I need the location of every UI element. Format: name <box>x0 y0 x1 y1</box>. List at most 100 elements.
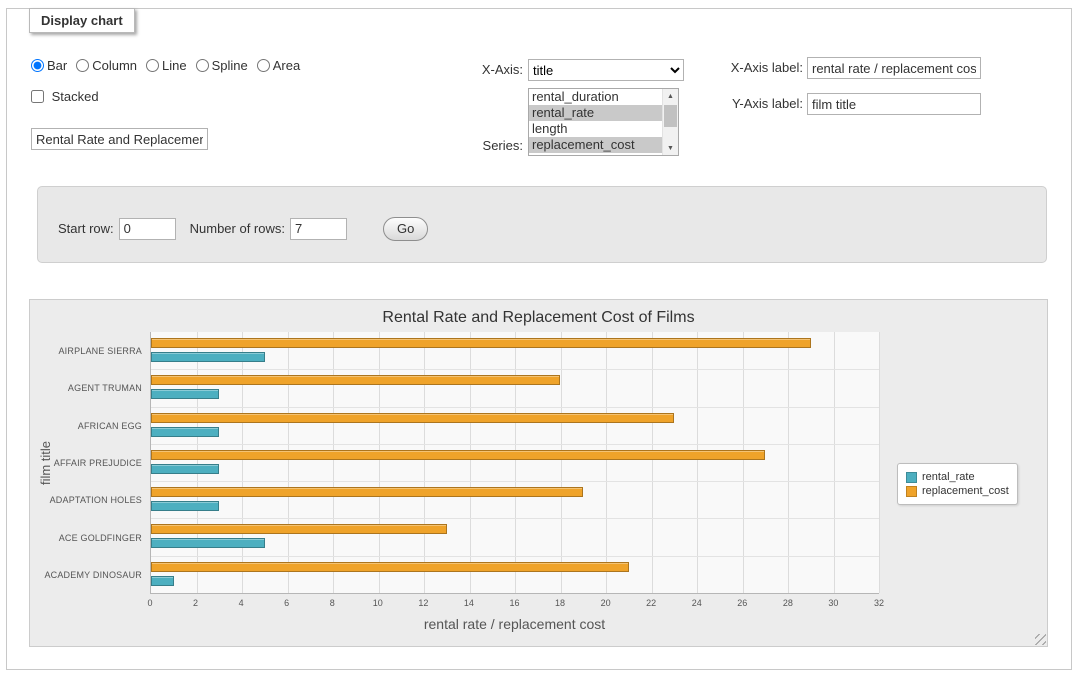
x-axis-tick-label: 6 <box>284 598 289 608</box>
chart-type-label: Area <box>273 58 300 73</box>
y-axis-category-label: ACADEMY DINOSAUR <box>30 557 142 594</box>
y-axis-label-field-label: Y-Axis label: <box>701 93 803 115</box>
row-controls-panel: Start row: Number of rows: Go <box>37 186 1047 263</box>
y-axis-category-label: AFFAIR PREJUDICE <box>30 444 142 481</box>
x-axis-tick-label: 8 <box>330 598 335 608</box>
scroll-down-icon[interactable]: ▼ <box>663 141 678 155</box>
series-listbox[interactable]: rental_durationrental_ratelengthreplacem… <box>528 88 679 156</box>
x-axis-tick-label: 14 <box>464 598 474 608</box>
legend-item-rental_rate[interactable]: rental_rate <box>906 471 1009 483</box>
gridline <box>151 518 879 519</box>
chart-title-input[interactable] <box>31 128 208 150</box>
scrollbar-thumb[interactable] <box>664 105 677 127</box>
go-button[interactable]: Go <box>383 217 428 241</box>
bar-replacement_cost <box>151 413 674 423</box>
gridline <box>333 332 334 593</box>
series-option-rental_rate[interactable]: rental_rate <box>529 105 662 121</box>
x-axis-select[interactable]: title <box>528 59 684 81</box>
bar-rental_rate <box>151 352 265 362</box>
start-row-label: Start row: <box>58 221 114 236</box>
scroll-up-icon[interactable]: ▲ <box>663 89 678 103</box>
gridline <box>834 332 835 593</box>
gridline <box>606 332 607 593</box>
x-axis-tick-labels: 02468101214161820222426283032 <box>150 598 879 610</box>
series-option-length[interactable]: length <box>529 121 662 137</box>
chart-type-option-spline[interactable]: Spline <box>196 58 248 73</box>
x-axis-tick-label: 32 <box>874 598 884 608</box>
resize-handle-icon[interactable] <box>1035 634 1046 645</box>
legend-swatch-icon <box>906 486 917 497</box>
legend-item-replacement_cost[interactable]: replacement_cost <box>906 485 1009 497</box>
y-axis-category-label: AGENT TRUMAN <box>30 369 142 406</box>
scrollbar-track[interactable] <box>663 103 678 141</box>
stacked-checkbox[interactable] <box>31 90 44 103</box>
y-axis-category-label: ADAPTATION HOLES <box>30 482 142 519</box>
plot-area <box>150 332 879 594</box>
chart-type-label: Column <box>92 58 137 73</box>
display-chart-panel: Display chart Bar Column Line Spline Area St… <box>6 8 1072 670</box>
x-axis-tick-label: 16 <box>509 598 519 608</box>
x-axis-select-label: X-Axis: <box>423 59 523 81</box>
gridline <box>151 407 879 408</box>
chart-panel: Rental Rate and Replacement Cost of Film… <box>29 299 1048 647</box>
x-axis-tick-label: 30 <box>828 598 838 608</box>
chart-type-radio-line[interactable] <box>146 59 159 72</box>
chart-type-option-column[interactable]: Column <box>76 58 137 73</box>
bar-replacement_cost <box>151 487 583 497</box>
gridline <box>879 332 880 593</box>
bar-replacement_cost <box>151 562 629 572</box>
y-axis-label-input[interactable] <box>807 93 981 115</box>
chart-type-option-bar[interactable]: Bar <box>31 58 67 73</box>
gridline <box>242 332 243 593</box>
gridline <box>424 332 425 593</box>
x-axis-label-input[interactable] <box>807 57 981 79</box>
legend-label: replacement_cost <box>922 485 1009 497</box>
series-options: rental_durationrental_ratelengthreplacem… <box>529 89 662 155</box>
stacked-row: Stacked <box>31 89 99 104</box>
chart-legend: rental_rate replacement_cost <box>897 463 1018 505</box>
gridline <box>743 332 744 593</box>
gridline <box>151 556 879 557</box>
x-axis-tick-label: 12 <box>418 598 428 608</box>
series-option-replacement_cost[interactable]: replacement_cost <box>529 137 662 153</box>
bar-rental_rate <box>151 427 219 437</box>
bar-rental_rate <box>151 389 219 399</box>
listbox-scrollbar[interactable]: ▲ ▼ <box>662 89 678 155</box>
bar-replacement_cost <box>151 524 447 534</box>
gridline <box>697 332 698 593</box>
chart-type-radio-spline[interactable] <box>196 59 209 72</box>
bar-rental_rate <box>151 464 219 474</box>
series-option-rental_duration[interactable]: rental_duration <box>529 89 662 105</box>
gridline <box>788 332 789 593</box>
x-axis-tick-label: 2 <box>193 598 198 608</box>
number-of-rows-label: Number of rows: <box>190 221 285 236</box>
gridline <box>561 332 562 593</box>
x-axis-label-field-label: X-Axis label: <box>701 57 803 79</box>
chart-type-option-area[interactable]: Area <box>257 58 300 73</box>
gridline <box>379 332 380 593</box>
number-of-rows-input[interactable] <box>290 218 347 240</box>
bar-replacement_cost <box>151 375 560 385</box>
chart-title: Rental Rate and Replacement Cost of Film… <box>30 309 1047 327</box>
gridline <box>151 481 879 482</box>
panel-title: Display chart <box>29 8 135 33</box>
chart-type-radio-area[interactable] <box>257 59 270 72</box>
bar-rental_rate <box>151 576 174 586</box>
gridline <box>470 332 471 593</box>
legend-label: rental_rate <box>922 471 975 483</box>
stacked-option[interactable]: Stacked <box>31 89 99 104</box>
bar-rental_rate <box>151 501 219 511</box>
chart-type-radio-column[interactable] <box>76 59 89 72</box>
x-axis-tick-label: 20 <box>601 598 611 608</box>
x-axis-tick-label: 22 <box>646 598 656 608</box>
y-axis-category-label: AFRICAN EGG <box>30 407 142 444</box>
x-axis-tick-label: 10 <box>373 598 383 608</box>
chart-type-radio-bar[interactable] <box>31 59 44 72</box>
gridline <box>652 332 653 593</box>
bar-replacement_cost <box>151 450 765 460</box>
start-row-input[interactable] <box>119 218 176 240</box>
chart-type-option-line[interactable]: Line <box>146 58 187 73</box>
stacked-label: Stacked <box>52 89 99 104</box>
chart-type-label: Line <box>162 58 187 73</box>
gridline <box>515 332 516 593</box>
